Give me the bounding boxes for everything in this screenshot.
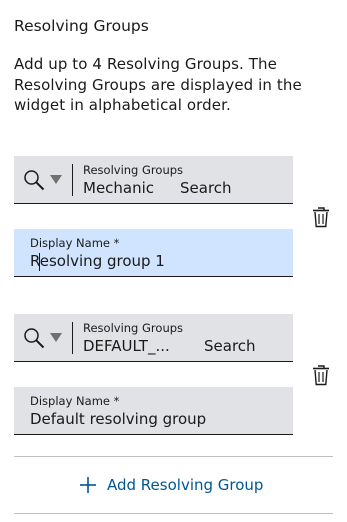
chevron-down-icon[interactable] [50,175,62,185]
picker-divider [72,322,73,354]
divider [14,513,333,514]
add-resolving-group-label: Add Resolving Group [107,476,264,494]
display-name-value[interactable]: Resolving group 1 [30,252,165,271]
picker-value: Mechanic [83,179,155,197]
display-name-label: Display Name * [30,394,120,408]
picker-label: Resolving Groups [83,321,184,335]
section-title: Resolving Groups [14,17,149,35]
chevron-down-icon[interactable] [50,333,62,343]
picker-value: DEFAULT_... [83,337,170,355]
section-description: Add up to 4 Resolving Groups. The Resolv… [14,55,302,114]
plus-icon [80,477,96,493]
text-cursor [39,253,40,271]
trash-icon[interactable] [312,364,330,386]
picker-label: Resolving Groups [83,163,184,177]
search-icon[interactable] [23,327,45,349]
search-button[interactable]: Search [204,337,256,356]
display-name-value[interactable]: Default resolving group [30,410,206,429]
add-resolving-group-button[interactable]: Add Resolving Group [14,458,333,512]
picker-divider [72,164,73,196]
trash-icon[interactable] [312,206,330,228]
search-icon[interactable] [23,169,45,191]
display-name-field[interactable]: Display Name * Default resolving group [14,387,293,435]
search-button[interactable]: Search [180,179,232,198]
divider [14,456,333,457]
resolving-group-picker[interactable]: Resolving Groups Mechanic Search [14,156,293,204]
resolving-group-picker[interactable]: Resolving Groups DEFAULT_... Search [14,314,293,362]
display-name-field[interactable]: Display Name * Resolving group 1 [14,229,293,277]
display-name-label: Display Name * [30,236,120,250]
